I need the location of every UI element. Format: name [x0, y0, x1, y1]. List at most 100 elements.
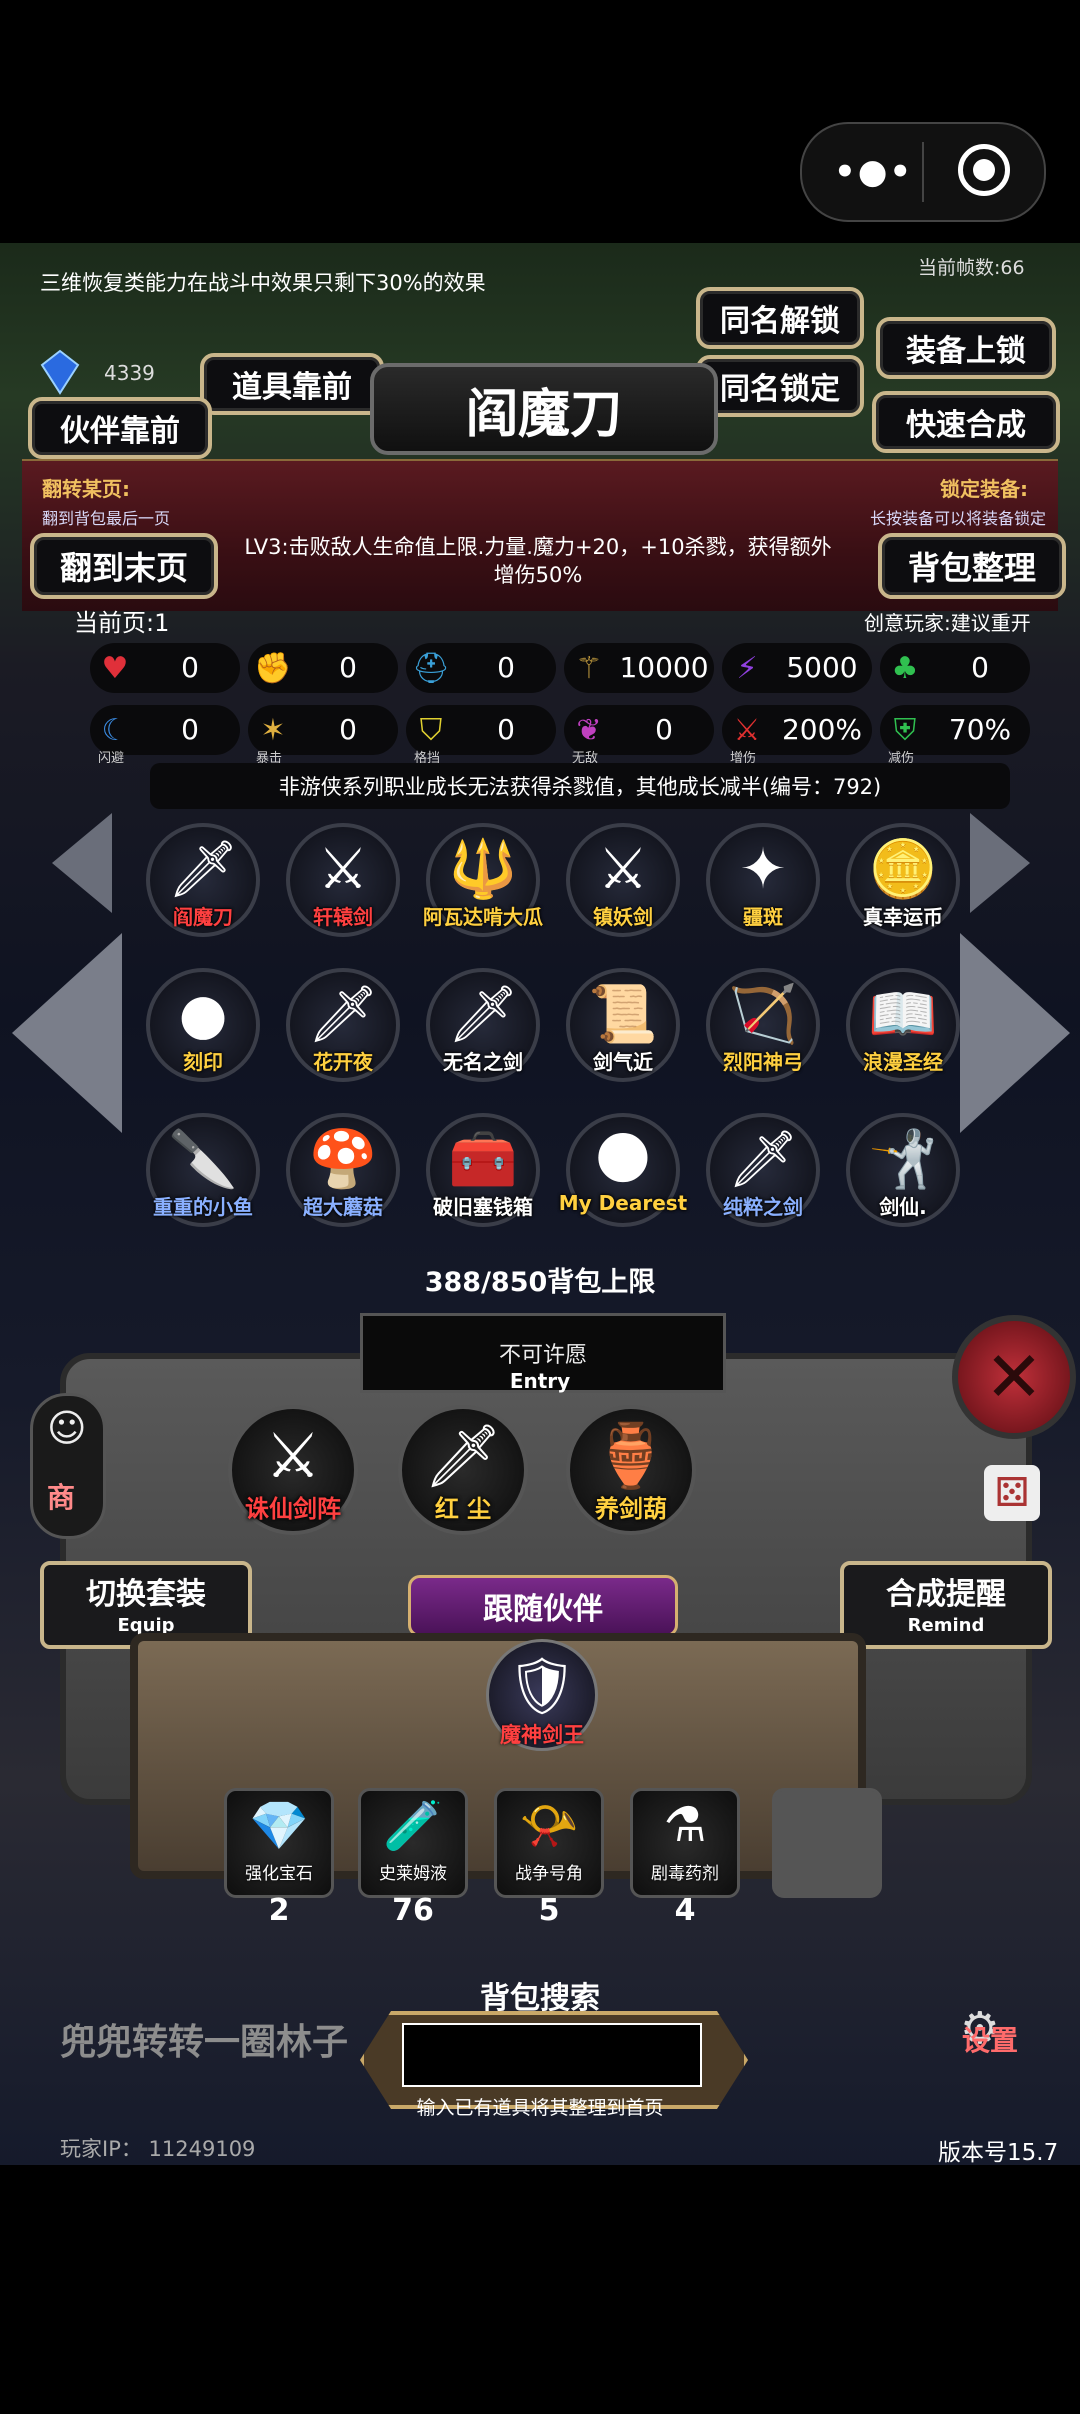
- bag-item-icon: 🧰: [448, 1127, 518, 1192]
- stat-value: 0: [181, 651, 199, 684]
- quick-combine-button[interactable]: 快速合成: [872, 391, 1060, 453]
- consumable-slot-empty[interactable]: [772, 1788, 882, 1898]
- bag-item-slot[interactable]: ⚔ 轩辕剑: [286, 823, 400, 937]
- bag-item-slot[interactable]: 🏹 烈阳神弓: [706, 968, 820, 1082]
- bag-item-slot[interactable]: 🧰 破旧塞钱箱: [426, 1113, 540, 1227]
- bag-item-slot[interactable]: ✦ 疆斑: [706, 823, 820, 937]
- settings-label[interactable]: 设置: [962, 2019, 1018, 2059]
- bag-item-icon: 🔱: [448, 837, 518, 902]
- bag-item-slot[interactable]: 🗡 阎魔刀: [146, 823, 260, 937]
- prev-page-small-arrow-icon[interactable]: [52, 813, 112, 913]
- current-page-label: 当前页:1: [74, 609, 170, 637]
- record-target-icon[interactable]: [958, 144, 1010, 196]
- stat-strength: ✊ 0: [248, 643, 398, 693]
- consumable-label: 强化宝石: [245, 1864, 313, 1884]
- bag-item-label: 无名之剑: [443, 1050, 523, 1074]
- stat-block: ⛉ 0 格挡: [406, 705, 556, 766]
- consumable-slot-2[interactable]: 🧪 史莱姆液: [358, 1788, 468, 1898]
- stat-value: 0: [181, 713, 199, 746]
- bag-item-icon: 🤺: [868, 1127, 938, 1192]
- consumable-count: 4: [674, 1893, 696, 1928]
- potion-bottle-icon: 🧪: [383, 1798, 443, 1854]
- stat-damage-up: ⚔ 200% 增伤: [722, 705, 872, 766]
- capsule-menu: •●•: [800, 122, 1046, 222]
- bag-capacity: 388/850背包上限: [424, 1267, 656, 1298]
- bag-search-input[interactable]: [402, 2023, 702, 2087]
- gourd-icon: 🏺: [592, 1419, 670, 1492]
- bag-item-icon: ⚔: [597, 837, 649, 902]
- bag-item-slot[interactable]: 📖 浪漫圣经: [846, 968, 960, 1082]
- equip-slot-1[interactable]: ⚔ 诛仙剑阵: [228, 1405, 358, 1535]
- gem-icon: [40, 349, 80, 395]
- bag-item-slot[interactable]: 🗡 无名之剑: [426, 968, 540, 1082]
- stat-magic: ⚚ 10000: [564, 643, 714, 693]
- growth-notice: 非游侠系列职业成长无法获得杀戮值，其他成长减半(编号：792): [150, 763, 1010, 809]
- bag-item-slot[interactable]: ● 刻印: [146, 968, 260, 1082]
- bag-item-label: 真幸运币: [863, 905, 943, 929]
- same-name-unlock-button[interactable]: 同名解锁: [696, 287, 864, 349]
- consumable-label: 史莱姆液: [379, 1864, 447, 1884]
- bag-item-slot[interactable]: 🌑 My Dearest: [559, 1113, 687, 1227]
- bag-item-slot[interactable]: 🗡 花开夜: [286, 968, 400, 1082]
- close-icon[interactable]: ✕: [952, 1315, 1076, 1439]
- stats-row-1: ♥ 0 ✊ 0 ⛑ 0 ⚚ 10000 ⚡ 5000 ♣ 0: [90, 643, 1030, 697]
- consumable-slot-4[interactable]: ⚗ 剧毒药剂: [630, 1788, 740, 1898]
- bag-item-label: 轩辕剑: [313, 905, 373, 929]
- player-ip: 玩家IP： 11249109: [60, 2137, 256, 2161]
- bag-item-icon: 🪙: [868, 837, 938, 902]
- battle-notice: 三维恢复类能力在战斗中效果只剩下30%的效果: [40, 271, 486, 295]
- bag-item-slot[interactable]: 🪙 真幸运币: [846, 823, 960, 937]
- bag-item-label: 刻印: [183, 1050, 223, 1074]
- equip-slot-2[interactable]: 🗡 红 尘: [398, 1405, 528, 1535]
- consumable-slot-1[interactable]: 💎 强化宝石: [224, 1788, 334, 1898]
- staff-icon: ⚚: [575, 650, 603, 686]
- stat-value: 0: [655, 713, 673, 746]
- bag-item-slot[interactable]: 🔪 重重的小鱼: [146, 1113, 260, 1227]
- bag-item-slot[interactable]: 🤺 剑仙.: [846, 1113, 960, 1227]
- stat-value: 0: [497, 713, 515, 746]
- bag-sort-button[interactable]: 背包整理: [878, 533, 1066, 599]
- equip-slot-3[interactable]: 🏺 养剑葫: [566, 1405, 696, 1535]
- bag-item-label: 剑仙.: [879, 1195, 927, 1219]
- bag-search-hint: 输入已有道具将其整理到首页: [416, 2097, 664, 2119]
- follow-partner-button[interactable]: 跟随伙伴: [408, 1575, 678, 1637]
- shop-button[interactable]: ☺ 商: [30, 1393, 106, 1539]
- partner-slot[interactable]: 🛡 魔神剑王: [486, 1639, 598, 1751]
- next-page-arrow-icon[interactable]: [960, 933, 1070, 1133]
- bag-item-slot[interactable]: 📜 剑气近: [566, 968, 680, 1082]
- stat-value: 0: [497, 651, 515, 684]
- bag-item-slot[interactable]: ⚔ 镇妖剑: [566, 823, 680, 937]
- bag-item-icon: 📖: [868, 982, 938, 1047]
- sword-icon: 🗡: [423, 1419, 503, 1492]
- stat-speed: ⚡ 5000: [722, 643, 872, 693]
- bag-item-icon: 🗡: [447, 982, 519, 1047]
- bag-item-slot[interactable]: 🍄 超大蘑菇: [286, 1113, 400, 1227]
- go-last-page-button[interactable]: 翻到末页: [30, 533, 218, 599]
- prev-page-arrow-icon[interactable]: [12, 933, 122, 1133]
- helmet-icon: ⛑: [411, 650, 451, 686]
- consumable-label: 战争号角: [515, 1864, 583, 1884]
- items-first-button[interactable]: 道具靠前: [200, 353, 384, 415]
- shop-label: 商: [47, 1481, 76, 1514]
- bag-item-icon: 🌑: [593, 1127, 653, 1192]
- combine-remind-button[interactable]: 合成提醒 Remind: [840, 1561, 1052, 1649]
- sword-array-icon: ⚔: [265, 1419, 321, 1492]
- bag-item-icon: ✦: [739, 837, 787, 902]
- bag-item-icon: 🍄: [308, 1127, 378, 1192]
- next-page-small-arrow-icon[interactable]: [970, 813, 1030, 913]
- more-dots-icon[interactable]: •●•: [834, 152, 913, 192]
- equip-lock-button[interactable]: 装备上锁: [876, 317, 1056, 379]
- dice-icon[interactable]: ⚄: [984, 1465, 1040, 1521]
- stat-dodge: ☾ 0 闪避: [90, 705, 240, 766]
- bag-item-slot[interactable]: 🗡 纯粹之剑: [706, 1113, 820, 1227]
- consumable-slot-3[interactable]: 📯 战争号角: [494, 1788, 604, 1898]
- partner-name: 魔神剑王: [500, 1723, 584, 1747]
- stat-value: 0: [339, 713, 357, 746]
- same-name-lock-button[interactable]: 同名锁定: [696, 355, 864, 417]
- partner-first-button[interactable]: 伙伴靠前: [28, 397, 212, 459]
- stats-row-2: ☾ 0 闪避 ✶ 0 暴击 ⛉ 0 格挡 ❦ 0 无敌 ⚔ 200% 增伤 ⛨ 70% 减伤: [90, 705, 1030, 766]
- flip-page-desc: 翻到背包最后一页: [42, 509, 171, 528]
- bag-item-slot[interactable]: 🔱 阿瓦达啃大瓜: [423, 823, 543, 937]
- version-label: 版本号15.7: [938, 2140, 1059, 2165]
- bag-search-title: 背包搜索: [480, 1981, 600, 2016]
